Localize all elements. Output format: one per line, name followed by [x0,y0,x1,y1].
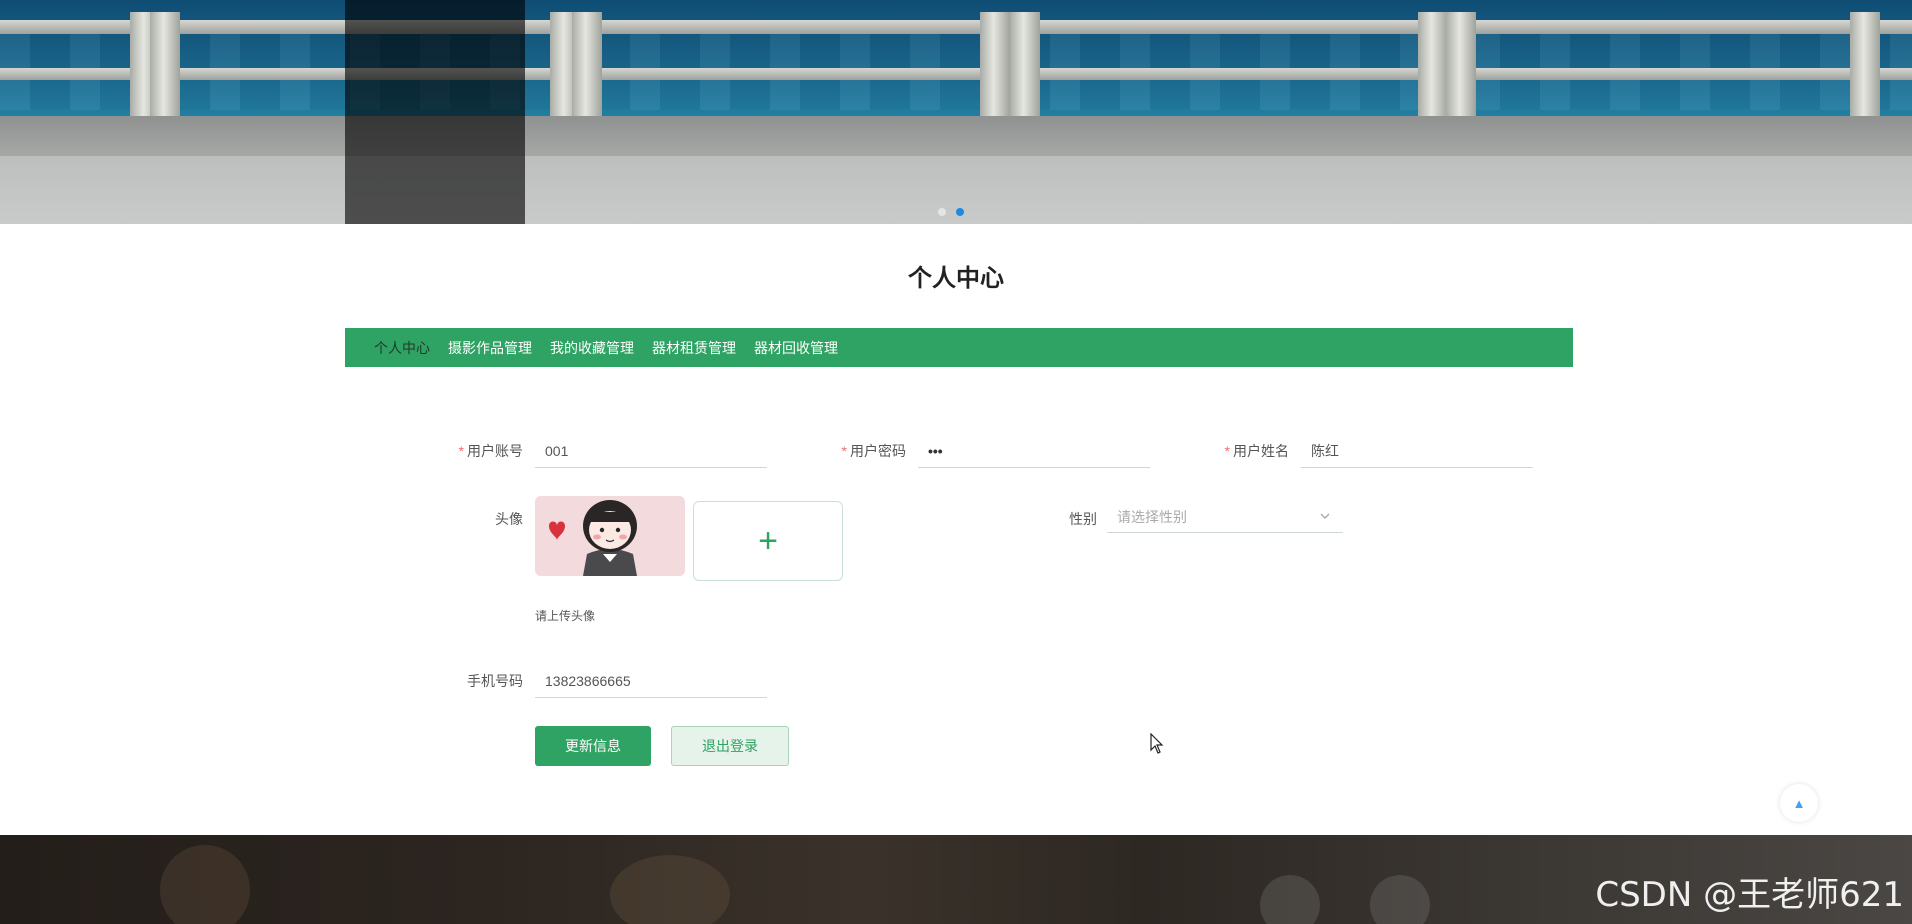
banner-dark-overlay [345,0,525,224]
banner-post [1850,12,1880,120]
carousel-dot-2[interactable] [956,208,964,216]
banner-post [1446,12,1476,120]
account-input[interactable]: 001 [535,434,767,468]
tab-equipment-rental[interactable]: 器材租赁管理 [643,338,745,358]
name-label-text: 用户姓名 [1233,443,1289,459]
password-label: * 用户密码 [786,441,906,461]
tab-bar: 个人中心 摄影作品管理 我的收藏管理 器材租赁管理 器材回收管理 [345,328,1573,367]
phone-label: 手机号码 [467,673,523,689]
caret-up-icon: ▲ [1792,795,1806,811]
footer-decoration [610,855,730,924]
tab-my-favorites[interactable]: 我的收藏管理 [541,338,643,358]
name-label: * 用户姓名 [1169,441,1289,461]
update-info-button[interactable]: 更新信息 [535,726,651,766]
footer-decoration [1260,875,1320,924]
banner-curb [0,116,1912,156]
banner-post [980,12,1010,120]
gender-select[interactable]: 请选择性别 [1107,501,1343,533]
banner-rail-top [0,20,1912,34]
avatar-label: 头像 [495,511,523,527]
footer-decoration [1370,875,1430,924]
back-to-top-button[interactable]: ▲ [1780,784,1818,822]
account-label: * 用户账号 [403,441,523,461]
banner-rail-mid [0,68,1912,80]
avatar-illustration [535,496,685,576]
carousel-dot-1[interactable] [938,208,946,216]
watermark-text: CSDN @王老师621 [1595,875,1904,915]
tab-photo-works[interactable]: 摄影作品管理 [439,338,541,358]
gender-placeholder: 请选择性别 [1117,509,1187,525]
account-label-text: 用户账号 [467,443,523,459]
phone-input[interactable]: 13823866665 [535,664,767,698]
banner-post [150,12,180,120]
carousel-indicators [938,208,964,216]
mouse-cursor-icon [1150,732,1164,760]
gender-label: 性别 [1069,511,1097,527]
footer-background: CSDN @王老师621 [0,835,1912,924]
plus-icon: + [758,521,778,560]
footer-decoration [160,845,250,924]
avatar-hint: 请上传头像 [535,609,596,623]
password-label-text: 用户密码 [850,443,906,459]
avatar-upload-button[interactable]: + [693,501,843,581]
tab-personal-center[interactable]: 个人中心 [365,338,439,358]
required-mark: * [1224,443,1230,459]
avatar-image[interactable] [535,496,685,576]
name-input[interactable]: 陈红 [1301,434,1533,468]
banner-carousel[interactable] [0,0,1912,224]
banner-post [572,12,602,120]
banner-post [1418,12,1448,120]
password-input[interactable]: ••• [918,434,1150,468]
required-mark: * [458,443,464,459]
banner-post [1010,12,1040,120]
logout-button[interactable]: 退出登录 [671,726,789,766]
page-title: 个人中心 [908,265,1004,292]
tab-equipment-recycling[interactable]: 器材回收管理 [745,338,847,358]
required-mark: * [841,443,847,459]
chevron-down-icon [1319,501,1331,545]
